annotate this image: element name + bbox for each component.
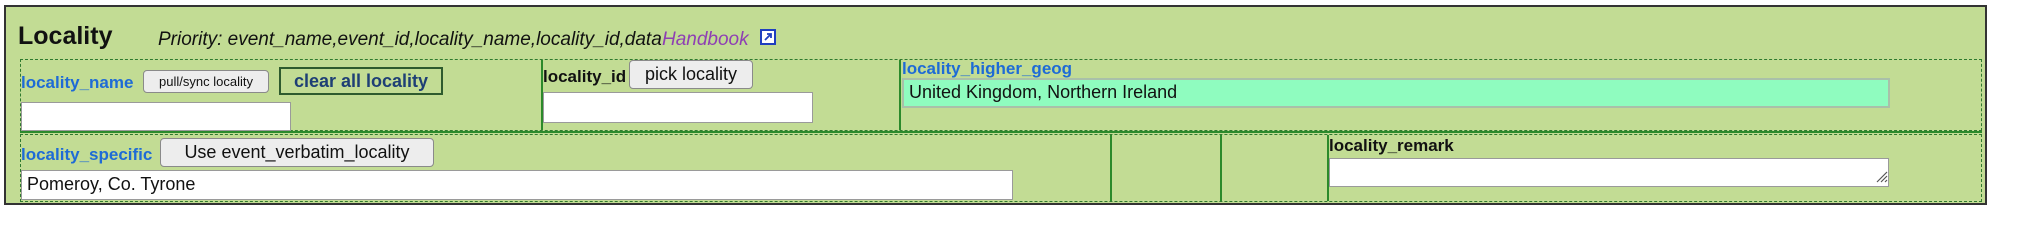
pull-sync-locality-button[interactable]: pull/sync locality (143, 70, 269, 93)
priority-text: Priority: event_name,event_id,locality_n… (158, 29, 662, 50)
locality-name-label: locality_name (21, 73, 134, 92)
panel-title: Locality (18, 22, 113, 50)
pick-locality-button[interactable]: pick locality (629, 60, 753, 89)
locality-specific-input[interactable]: Pomeroy, Co. Tyrone (21, 170, 1013, 200)
external-link-icon[interactable] (760, 29, 776, 45)
locality-id-input[interactable] (543, 92, 813, 123)
column-divider (1110, 135, 1112, 201)
column-divider (1220, 135, 1222, 201)
handbook-link[interactable]: Handbook (662, 29, 749, 51)
locality-specific-label: locality_specific (21, 145, 153, 164)
locality-higher-geog-field[interactable]: United Kingdom, Northern Ireland (902, 78, 1890, 108)
locality-panel: Locality Priority: event_name,event_id,l… (4, 5, 1987, 205)
locality-remark-textarea[interactable] (1329, 158, 1889, 187)
resize-handle-icon[interactable] (1874, 169, 1888, 183)
locality-row-1: locality_name pull/sync locality clear a… (20, 59, 1982, 131)
locality-row-2: locality_specific Use event_verbatim_loc… (20, 134, 1982, 202)
locality-higher-geog-label: locality_higher_geog (902, 59, 1073, 78)
row-divider (20, 131, 1982, 133)
clear-all-locality-button[interactable]: clear all locality (279, 67, 443, 95)
use-event-verbatim-locality-button[interactable]: Use event_verbatim_locality (160, 138, 434, 167)
locality-remark-label: locality_remark (1329, 136, 1454, 155)
locality-name-input[interactable] (21, 102, 291, 131)
column-divider (899, 60, 901, 130)
locality-id-label: locality_id (543, 67, 627, 86)
